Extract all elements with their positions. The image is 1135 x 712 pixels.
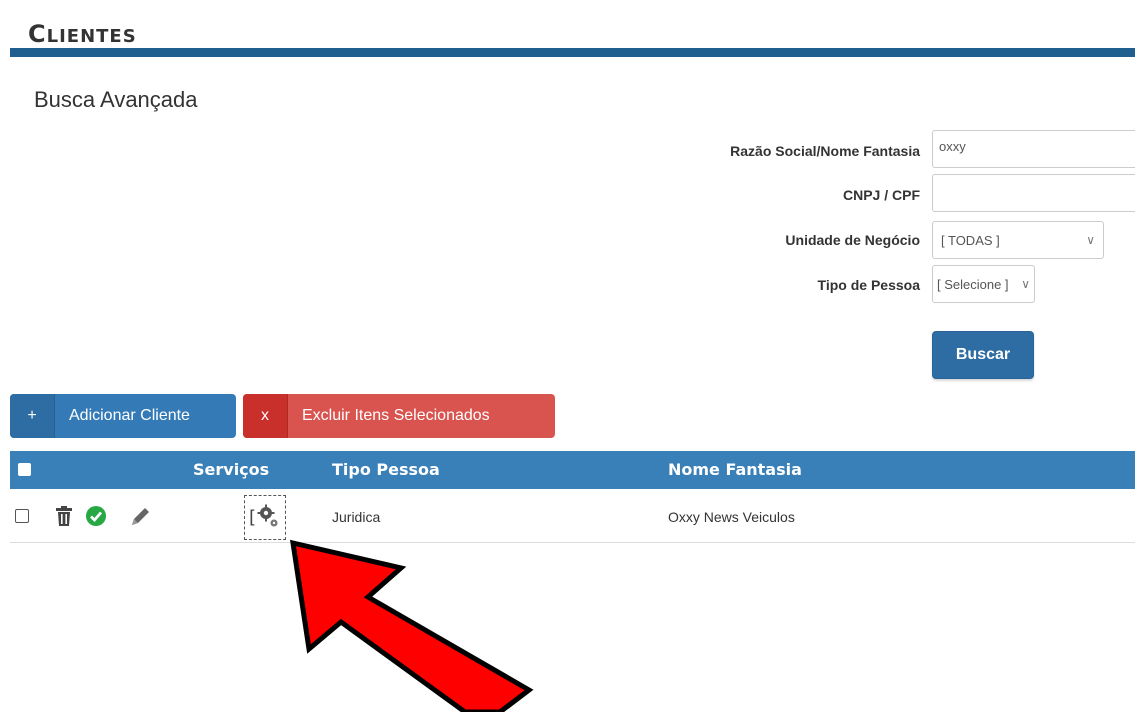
svg-text:[: [ — [250, 507, 256, 528]
unidade-negocio-value: [ TODAS ] — [941, 232, 1000, 248]
header-tipo-pessoa[interactable]: Tipo Pessoa — [332, 460, 440, 479]
cell-tipo-pessoa: Juridica — [332, 509, 381, 525]
razao-social-input[interactable]: oxxy — [932, 130, 1135, 168]
tipo-pessoa-label: Tipo de Pessoa — [817, 277, 920, 293]
gears-icon: [ — [250, 504, 278, 528]
pencil-icon[interactable] — [128, 505, 152, 529]
select-all-checkbox[interactable] — [18, 463, 31, 476]
add-client-label: Adicionar Cliente — [69, 407, 190, 424]
page-title-rest: LIENTES — [46, 26, 137, 47]
title-divider — [10, 48, 1135, 57]
trash-icon[interactable] — [53, 505, 75, 527]
unidade-negocio-label: Unidade de Negócio — [785, 232, 920, 248]
table-row: [ Juridica Oxxy News Veiculos — [10, 490, 1135, 543]
header-servicos[interactable]: Serviços — [193, 460, 269, 479]
delete-selected-label: Excluir Itens Selecionados — [302, 407, 490, 424]
header-nome-fantasia[interactable]: Nome Fantasia — [668, 460, 802, 479]
add-client-button[interactable]: + Adicionar Cliente — [10, 394, 236, 438]
advanced-search-title: Busca Avançada — [34, 87, 198, 112]
services-button[interactable]: [ — [244, 495, 286, 540]
page-title-initial: C — [28, 20, 47, 48]
search-button[interactable]: Buscar — [932, 331, 1034, 379]
page-title: CLIENTES — [28, 20, 137, 48]
x-icon: x — [243, 394, 288, 438]
delete-selected-button[interactable]: x Excluir Itens Selecionados — [243, 394, 555, 438]
chevron-down-icon: ∨ — [1086, 233, 1095, 247]
check-circle-icon[interactable] — [85, 505, 107, 527]
chevron-down-icon: ∨ — [1021, 277, 1030, 291]
cell-nome-fantasia: Oxxy News Veiculos — [668, 509, 795, 525]
cnpj-cpf-input[interactable] — [932, 174, 1135, 212]
plus-icon: + — [10, 394, 55, 438]
tipo-pessoa-value: [ Selecione ] — [937, 276, 1009, 292]
razao-social-label: Razão Social/Nome Fantasia — [730, 143, 920, 159]
row-checkbox[interactable] — [15, 509, 29, 523]
table-header: Serviços Tipo Pessoa Nome Fantasia — [10, 451, 1135, 489]
unidade-negocio-select[interactable]: [ TODAS ] ∨ — [932, 221, 1104, 259]
tipo-pessoa-select[interactable]: [ Selecione ] ∨ — [932, 265, 1035, 303]
cnpj-cpf-label: CNPJ / CPF — [842, 187, 920, 203]
